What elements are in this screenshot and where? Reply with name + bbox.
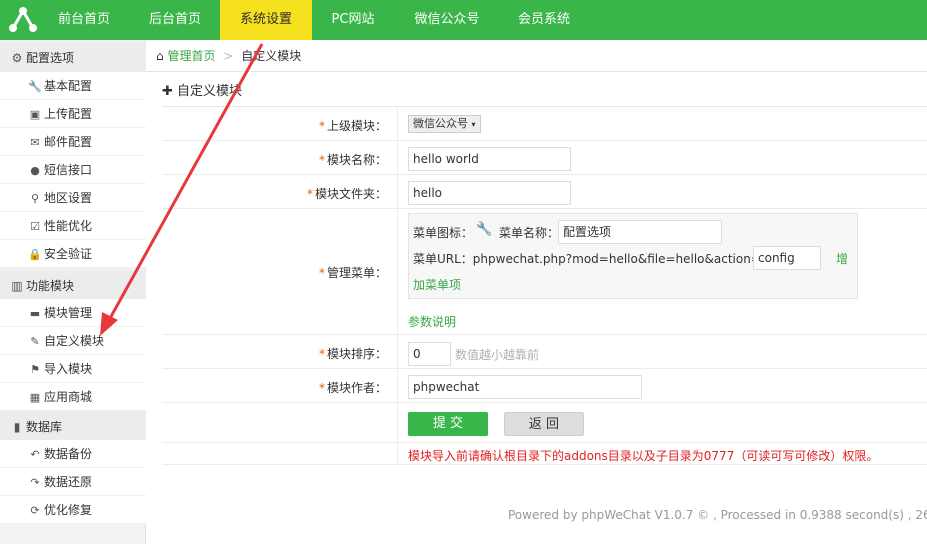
sidebar-item-security[interactable]: 🔒 安全验证 bbox=[0, 240, 146, 268]
permission-warning: 模块导入前请确认根目录下的addons目录以及子目录为0777（可读可写可修改）… bbox=[408, 449, 879, 463]
map-pin-icon: ⚲ bbox=[30, 192, 40, 205]
module-name-input[interactable]: hello world bbox=[408, 147, 571, 171]
wrench-icon: 🔧 bbox=[28, 80, 42, 93]
author-input[interactable]: phpwechat bbox=[408, 375, 642, 399]
nav-wechat-account[interactable]: 微信公众号 bbox=[404, 0, 490, 40]
gear-icon: ⚙ bbox=[11, 51, 23, 65]
dropdown-arrow-icon: ▾ bbox=[471, 120, 476, 129]
breadcrumb-home[interactable]: 管理首页 bbox=[167, 49, 215, 63]
sidebar-item-sms[interactable]: ● 短信接口 bbox=[0, 156, 146, 184]
sidebar-item-upload-config[interactable]: ▣ 上传配置 bbox=[0, 100, 146, 128]
nav-backend-home[interactable]: 后台首页 bbox=[138, 0, 212, 40]
section-title: ✚ 自定义模块 bbox=[162, 84, 243, 99]
parent-module-label: 上级模块： bbox=[326, 119, 387, 133]
columns-icon: ▥ bbox=[11, 279, 23, 293]
sidebar-item-restore[interactable]: ↷ 数据还原 bbox=[0, 468, 146, 496]
sidebar-item-app-store[interactable]: ▦ 应用商城 bbox=[0, 383, 146, 411]
add-menu-item-link[interactable]: 增 bbox=[836, 250, 848, 267]
menu-name-input[interactable]: 配置选项 bbox=[558, 220, 722, 244]
sidebar-group-config[interactable]: ⚙ 配置选项 bbox=[0, 42, 146, 74]
sidebar-item-performance[interactable]: ☑ 性能优化 bbox=[0, 212, 146, 240]
home-icon[interactable]: ⌂ bbox=[156, 49, 164, 63]
nav-pc-site[interactable]: PC网站 bbox=[320, 0, 386, 40]
sidebar-item-custom-module[interactable]: ✎ 自定义模块 bbox=[0, 327, 146, 355]
lock-icon: 🔒 bbox=[28, 248, 42, 261]
param-help-link[interactable]: 参数说明 bbox=[408, 313, 456, 330]
plus-icon: ✚ bbox=[162, 84, 173, 99]
sort-input[interactable]: 0 bbox=[408, 342, 451, 366]
nav-frontend-home[interactable]: 前台首页 bbox=[48, 0, 120, 40]
folder-icon: ▬ bbox=[29, 307, 41, 320]
sidebar-group-database[interactable]: ▮ 数据库 bbox=[0, 411, 146, 443]
add-menu-item-link-cont[interactable]: 加菜单项 bbox=[413, 276, 461, 293]
sidebar-item-module-manage[interactable]: ▬ 模块管理 bbox=[0, 299, 146, 327]
sort-label: 模块排序： bbox=[326, 347, 387, 361]
book-icon: ▮ bbox=[13, 420, 21, 434]
sort-hint: 数值越小越靠前 bbox=[455, 348, 540, 362]
author-label: 模块作者： bbox=[326, 381, 387, 395]
sidebar: ⚙ 配置选项 🔧 基本配置 ▣ 上传配置 ✉ 邮件配置 ● 短信接口 ⚲ 地区设置 ☑ 性能优… bbox=[0, 40, 146, 544]
refresh-icon: ⟳ bbox=[30, 504, 40, 517]
nav-system-settings[interactable]: 系统设置 bbox=[220, 0, 312, 40]
sidebar-item-mail-config[interactable]: ✉ 邮件配置 bbox=[0, 128, 146, 156]
footer-powered-by: Powered by phpWeChat V1.0.7 © , Processe… bbox=[508, 508, 927, 522]
grid-icon: ▦ bbox=[29, 391, 41, 404]
module-folder-input[interactable]: hello bbox=[408, 181, 571, 205]
sidebar-item-basic-config[interactable]: 🔧 基本配置 bbox=[0, 72, 146, 100]
top-nav: 前台首页 后台首页 系统设置 PC网站 微信公众号 会员系统 bbox=[0, 0, 927, 40]
reply-icon: ↶ bbox=[30, 448, 40, 461]
breadcrumb-current: 自定义模块 bbox=[241, 49, 302, 63]
sidebar-group-modules[interactable]: ▥ 功能模块 bbox=[0, 270, 146, 302]
forward-icon: ↷ bbox=[30, 476, 40, 489]
mail-icon: ✉ bbox=[30, 136, 40, 149]
sidebar-item-region[interactable]: ⚲ 地区设置 bbox=[0, 184, 146, 212]
sidebar-item-import-module[interactable]: ⚑ 导入模块 bbox=[0, 355, 146, 383]
submit-button[interactable]: 提 交 bbox=[408, 412, 488, 436]
module-folder-label: 模块文件夹： bbox=[314, 187, 387, 201]
menu-icon-label: 菜单图标： bbox=[413, 226, 474, 240]
back-button[interactable]: 返 回 bbox=[504, 412, 584, 436]
module-name-label: 模块名称： bbox=[326, 153, 387, 167]
row-sort: * 模块排序： bbox=[162, 335, 927, 369]
parent-module-select[interactable]: 微信公众号 ▾ bbox=[408, 115, 481, 133]
logo-icon[interactable] bbox=[8, 6, 38, 34]
chat-icon: ● bbox=[30, 164, 40, 177]
wrench-icon[interactable]: 🔧 bbox=[476, 222, 492, 237]
sidebar-item-optimize[interactable]: ⟳ 优化修复 bbox=[0, 496, 146, 524]
flag-icon: ⚑ bbox=[30, 363, 40, 376]
menu-url-label: 菜单URL：phpwechat.php?mod=hello&file=hello… bbox=[413, 252, 761, 266]
checklist-icon: ☑ bbox=[30, 220, 40, 233]
breadcrumb-separator: > bbox=[223, 49, 234, 63]
breadcrumb: ⌂ 管理首页 > 自定义模块 bbox=[146, 40, 927, 72]
pencil-icon: ✎ bbox=[30, 335, 40, 348]
menu-url-input[interactable]: config bbox=[753, 246, 821, 270]
sidebar-item-backup[interactable]: ↶ 数据备份 bbox=[0, 440, 146, 468]
row-parent-module: * 上级模块： bbox=[162, 107, 927, 141]
menu-name-label: 菜单名称： bbox=[499, 226, 560, 240]
admin-menu-label: 管理菜单： bbox=[326, 266, 387, 280]
image-icon: ▣ bbox=[29, 108, 41, 121]
nav-member-system[interactable]: 会员系统 bbox=[508, 0, 580, 40]
